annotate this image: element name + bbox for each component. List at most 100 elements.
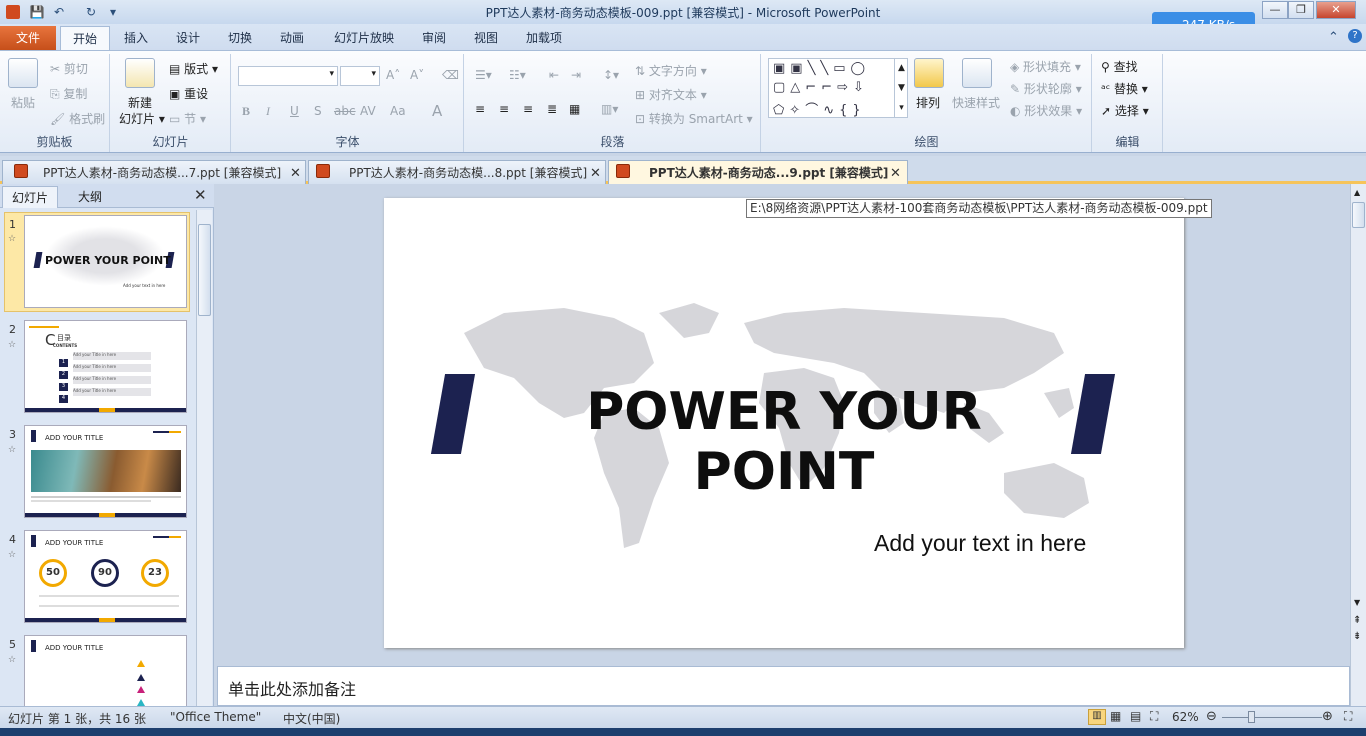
quick-styles-icon[interactable]: [962, 58, 992, 88]
current-slide[interactable]: POWER YOUR POINT Add your text in here: [384, 198, 1184, 648]
bullets-icon[interactable]: ☰▾: [475, 68, 492, 82]
slide-sorter-icon[interactable]: ▦: [1110, 709, 1121, 723]
close-tab-icon[interactable]: ✕: [290, 166, 301, 181]
tab-slides[interactable]: 幻灯片: [2, 186, 58, 208]
justify-icon[interactable]: ≣: [547, 102, 557, 116]
columns-icon[interactable]: ▥▾: [601, 102, 618, 116]
numbering-icon[interactable]: ☷▾: [509, 68, 526, 82]
replace-button[interactable]: ᵃᶜ 替换 ▾: [1101, 80, 1148, 97]
close-button[interactable]: ✕: [1316, 1, 1356, 19]
text-direction-button[interactable]: ⇅ 文字方向 ▾: [635, 62, 707, 79]
tab-file[interactable]: 文件: [0, 26, 56, 50]
close-pane-icon[interactable]: ✕: [194, 186, 207, 204]
scroll-thumb[interactable]: [1352, 202, 1365, 228]
layout-button[interactable]: ▤ 版式 ▾: [169, 60, 218, 77]
slides-pane-scrollbar[interactable]: [196, 210, 212, 706]
scroll-thumb[interactable]: [198, 224, 211, 316]
cut-button[interactable]: ✂ 剪切: [50, 60, 88, 77]
slide-thumb-1[interactable]: POWER YOUR POINT Add your text in here: [24, 215, 187, 308]
font-name-combo[interactable]: ▾: [238, 66, 338, 86]
format-painter-button[interactable]: 🖌 格式刷: [50, 110, 105, 127]
decrease-indent-icon[interactable]: ⇤: [549, 68, 559, 82]
shape-fill-button[interactable]: ◈ 形状填充 ▾: [1010, 58, 1081, 75]
tab-outline[interactable]: 大纲: [60, 186, 120, 208]
customize-quick-access-icon[interactable]: ▾: [104, 3, 122, 21]
shapes-gallery[interactable]: ▣▣╲╲▭◯ ▢△⌐⌐⇨⇩ ⬠✧⌒∿{}: [768, 58, 908, 118]
slide-subtitle[interactable]: Add your text in here: [874, 530, 1086, 557]
convert-smartart-button[interactable]: ⊡ 转换为 SmartArt ▾: [635, 110, 753, 127]
scroll-up-icon[interactable]: ▲: [1354, 188, 1360, 197]
theme-status[interactable]: "Office Theme": [170, 710, 261, 724]
paste-button[interactable]: 粘贴: [11, 94, 35, 111]
fit-to-window-icon[interactable]: ⛶: [1344, 709, 1352, 724]
bold-button[interactable]: B: [242, 104, 250, 119]
slideshow-view-icon[interactable]: ⛶: [1150, 709, 1158, 724]
slide-thumb-2[interactable]: C 目录 CONTENTS 1 Add your Title in here 2A…: [24, 320, 187, 413]
change-case-button[interactable]: Aa: [390, 104, 406, 118]
font-size-combo[interactable]: ▾: [340, 66, 380, 86]
font-color-button[interactable]: A: [432, 102, 442, 120]
zoom-slider-thumb[interactable]: [1248, 711, 1255, 723]
undo-icon[interactable]: ↶: [50, 3, 68, 21]
slide-title[interactable]: POWER YOUR POINT: [494, 382, 1074, 502]
tab-design[interactable]: 设计: [168, 26, 208, 50]
strikethrough-button[interactable]: abc: [334, 104, 356, 118]
shadow-button[interactable]: S: [314, 104, 322, 118]
tab-home[interactable]: 开始: [60, 26, 110, 50]
increase-indent-icon[interactable]: ⇥: [571, 68, 581, 82]
tab-animations[interactable]: 动画: [272, 26, 312, 50]
zoom-level[interactable]: 62%: [1172, 710, 1199, 724]
tab-insert[interactable]: 插入: [116, 26, 156, 50]
save-icon[interactable]: 💾: [28, 3, 46, 21]
tab-transitions[interactable]: 切换: [220, 26, 260, 50]
zoom-in-icon[interactable]: ⊕: [1322, 709, 1333, 724]
close-tab-icon[interactable]: ✕: [890, 166, 901, 181]
shape-effects-button[interactable]: ◐ 形状效果 ▾: [1010, 102, 1082, 119]
italic-button[interactable]: I: [266, 104, 270, 119]
zoom-out-icon[interactable]: ⊖: [1206, 709, 1217, 724]
powerpoint-app-icon[interactable]: [4, 3, 22, 21]
shapes-row-3[interactable]: ⬠✧⌒∿{}: [773, 99, 866, 118]
shrink-font-icon[interactable]: A˅: [410, 68, 424, 82]
notes-pane[interactable]: 单击此处添加备注: [217, 666, 1350, 706]
select-button[interactable]: ➚ 选择 ▾: [1101, 102, 1149, 119]
new-slide-dropdown[interactable]: 幻灯片 ▾: [119, 110, 165, 127]
scroll-down-icon[interactable]: ▼: [1354, 598, 1360, 607]
new-slide-icon[interactable]: [125, 58, 155, 88]
find-button[interactable]: ⚲ 查找: [1101, 58, 1138, 75]
paste-icon[interactable]: [8, 58, 38, 88]
zoom-slider-track[interactable]: [1222, 717, 1322, 718]
slide-vertical-scrollbar[interactable]: ▲ ▼ ⇞ ⇟: [1350, 184, 1366, 706]
language-status[interactable]: 中文(中国): [283, 710, 340, 727]
distributed-icon[interactable]: ▦: [569, 102, 580, 116]
next-slide-icon[interactable]: ⇟: [1353, 632, 1361, 642]
doc-tab-8[interactable]: PPT达人素材-商务动态模...8.ppt [兼容模式]: [308, 160, 606, 184]
line-spacing-icon[interactable]: ↕▾: [603, 68, 619, 82]
close-tab-icon[interactable]: ✕: [590, 166, 601, 181]
section-button[interactable]: ▭ 节 ▾: [169, 110, 206, 127]
align-left-icon[interactable]: ≡: [475, 102, 485, 116]
slide-thumb-3[interactable]: ADD YOUR TITLE: [24, 425, 187, 518]
minimize-ribbon-icon[interactable]: ⌃: [1328, 30, 1339, 45]
new-slide-button[interactable]: 新建: [128, 94, 152, 111]
tab-review[interactable]: 审阅: [414, 26, 454, 50]
doc-tab-9-active[interactable]: PPT达人素材-商务动态...9.ppt [兼容模式]: [608, 160, 908, 184]
minimize-button[interactable]: —: [1262, 1, 1288, 19]
normal-view-icon[interactable]: ▥: [1088, 709, 1106, 725]
redo-icon[interactable]: ↻: [82, 3, 100, 21]
shapes-gallery-scroll[interactable]: ▲ ▼ ▾: [894, 58, 908, 118]
tab-addins[interactable]: 加载项: [518, 26, 570, 50]
reset-button[interactable]: ▣ 重设: [169, 85, 208, 102]
previous-slide-icon[interactable]: ⇞: [1353, 616, 1361, 626]
underline-button[interactable]: U: [290, 104, 299, 118]
tab-view[interactable]: 视图: [466, 26, 506, 50]
char-spacing-button[interactable]: AV: [360, 104, 376, 118]
slide-thumb-4[interactable]: ADD YOUR TITLE 50 90 23: [24, 530, 187, 623]
reading-view-icon[interactable]: ▤: [1130, 709, 1141, 723]
maximize-button[interactable]: ❐: [1288, 1, 1314, 19]
doc-tab-7[interactable]: PPT达人素材-商务动态模...7.ppt [兼容模式]: [2, 160, 306, 184]
shapes-row-2[interactable]: ▢△⌐⌐⇨⇩: [773, 80, 869, 95]
clear-format-icon[interactable]: ⌫: [442, 68, 459, 82]
shapes-row-1[interactable]: ▣▣╲╲▭◯: [773, 61, 870, 76]
shape-outline-button[interactable]: ✎ 形状轮廓 ▾: [1010, 80, 1082, 97]
